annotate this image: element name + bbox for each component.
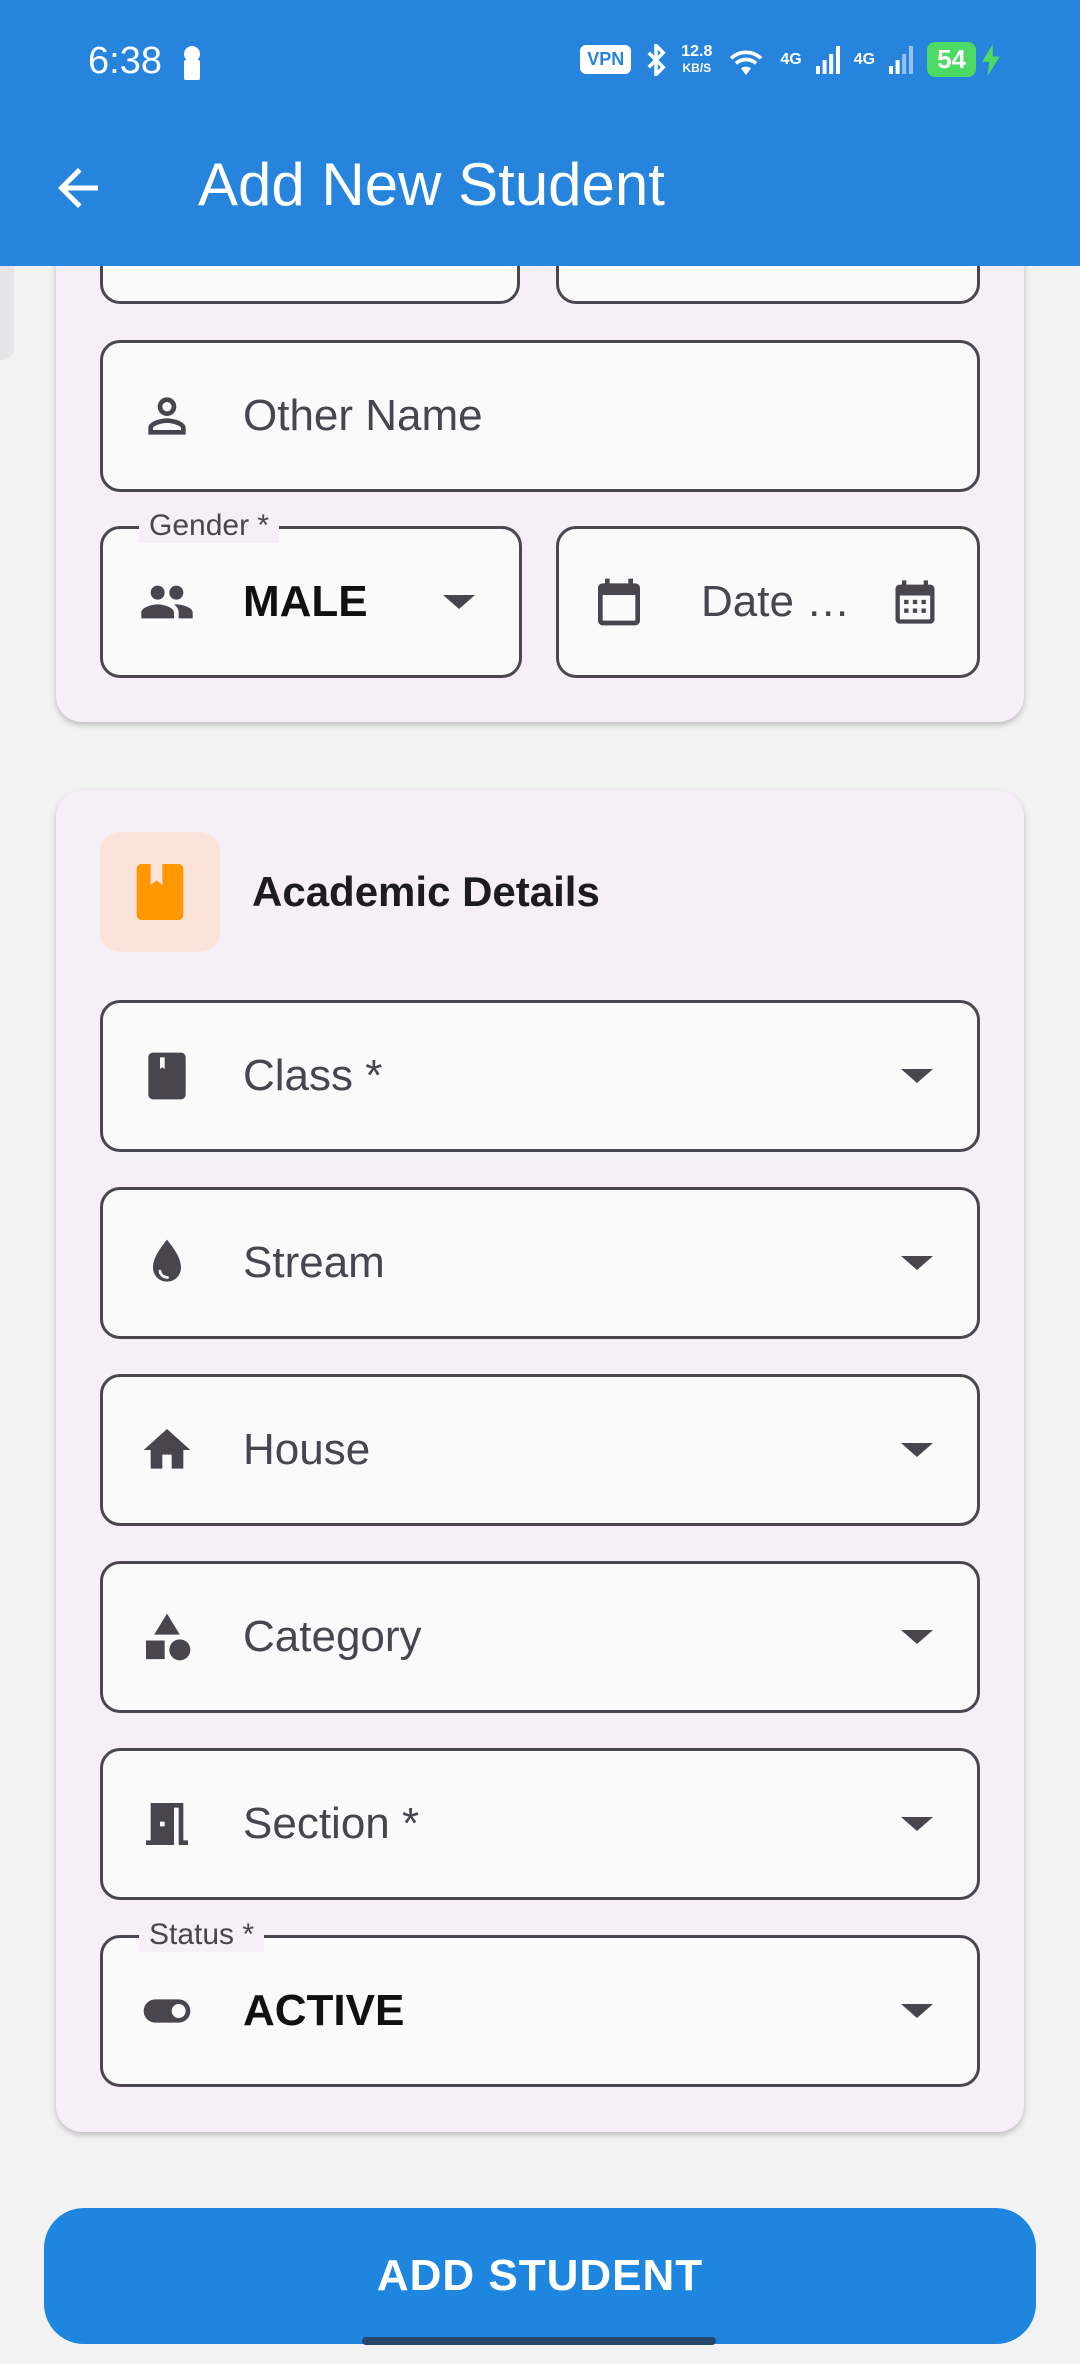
vpn-badge: VPN — [580, 45, 632, 74]
speed-unit: KB/S — [682, 60, 712, 75]
house-label: House — [243, 1425, 371, 1474]
stream-dropdown[interactable]: Stream — [100, 1187, 980, 1339]
gender-dropdown[interactable]: Gender * MALE — [100, 509, 522, 678]
network-speed: 12.8 KB/S — [681, 42, 713, 76]
date-of-birth-placeholder: Date … — [701, 577, 851, 626]
gender-value: MALE — [243, 577, 368, 626]
network-type-2: 4G — [853, 50, 876, 68]
home-icon — [143, 1429, 191, 1469]
class-label: Class * — [243, 1051, 383, 1100]
book-icon — [148, 1052, 186, 1100]
signal-icon — [889, 45, 914, 74]
signal-icon — [815, 45, 840, 74]
date-of-birth-field[interactable]: Date … — [556, 526, 980, 678]
page-title: Add New Student — [198, 151, 665, 218]
chevron-down-icon — [901, 2004, 933, 2018]
door-icon — [146, 1803, 188, 1845]
shapes-icon — [146, 1613, 191, 1661]
charging-icon — [982, 43, 1000, 76]
status-value: ACTIVE — [243, 1986, 405, 2035]
bluetooth-icon — [647, 43, 666, 76]
chevron-down-icon — [901, 1256, 933, 1270]
back-arrow-icon[interactable] — [48, 158, 108, 218]
water-drop-icon — [153, 1239, 181, 1282]
other-name-field[interactable]: Other Name — [100, 340, 980, 492]
add-student-button[interactable]: ADD STUDENT — [44, 2208, 1036, 2344]
date-picker-icon[interactable] — [889, 576, 941, 628]
other-name-placeholder: Other Name — [243, 391, 483, 440]
gender-label: Gender * — [139, 509, 280, 543]
stream-label: Stream — [243, 1238, 385, 1287]
section-dropdown[interactable]: Section * — [100, 1748, 980, 1900]
chevron-down-icon — [901, 1069, 933, 1083]
section-title: Academic Details — [252, 868, 600, 915]
status-label: Status * — [139, 1918, 265, 1952]
speed-value: 12.8 — [681, 42, 713, 60]
chevron-down-icon — [901, 1630, 933, 1644]
status-dropdown[interactable]: Status * ACTIVE — [100, 1918, 980, 2087]
status-time: 6:38 — [88, 40, 162, 82]
home-indicator — [362, 2337, 716, 2345]
status-icons: VPN 12.8 KB/S 4G 4G 54 — [580, 42, 1000, 77]
chevron-down-icon — [443, 595, 475, 609]
lock-icon — [184, 46, 200, 80]
toggle-on-icon — [143, 1999, 191, 2023]
wifi-icon — [730, 50, 763, 75]
book-icon — [136, 864, 184, 920]
people-icon — [141, 585, 193, 619]
person-icon — [148, 397, 186, 435]
section-label: Section * — [243, 1799, 420, 1848]
academic-section-badge — [100, 832, 220, 952]
category-label: Category — [243, 1612, 422, 1661]
house-dropdown[interactable]: House — [100, 1374, 980, 1526]
class-dropdown[interactable]: Class * — [100, 1000, 980, 1152]
category-dropdown[interactable]: Category — [100, 1561, 980, 1713]
calendar-icon — [598, 578, 640, 626]
network-type-1: 4G — [780, 50, 802, 68]
app-bar: 6:38 VPN 12.8 KB/S 4G 4G 54 Add New Stude… — [0, 0, 1080, 266]
battery-level: 54 — [927, 42, 976, 77]
chevron-down-icon — [901, 1443, 933, 1457]
chevron-down-icon — [901, 1817, 933, 1831]
